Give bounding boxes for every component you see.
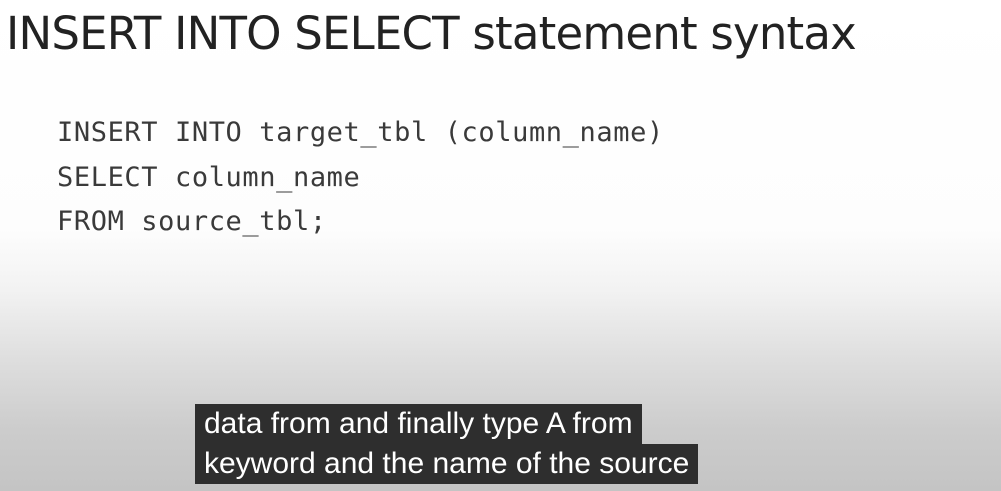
slide-title: INSERT INTO SELECT statement syntax (6, 7, 857, 60)
video-captions: data from and finally type A from keywor… (195, 404, 699, 484)
code-line: FROM source_tbl; (57, 206, 327, 237)
code-line: INSERT INTO target_tbl (column_name) (57, 117, 664, 148)
caption-line: data from and finally type A from (195, 404, 642, 444)
code-block: INSERT INTO target_tbl (column_name) SEL… (57, 111, 664, 245)
caption-line: keyword and the name of the source (195, 444, 699, 484)
code-line: SELECT column_name (57, 161, 361, 193)
slide: INSERT INTO SELECT statement syntax INSE… (0, 0, 1001, 491)
